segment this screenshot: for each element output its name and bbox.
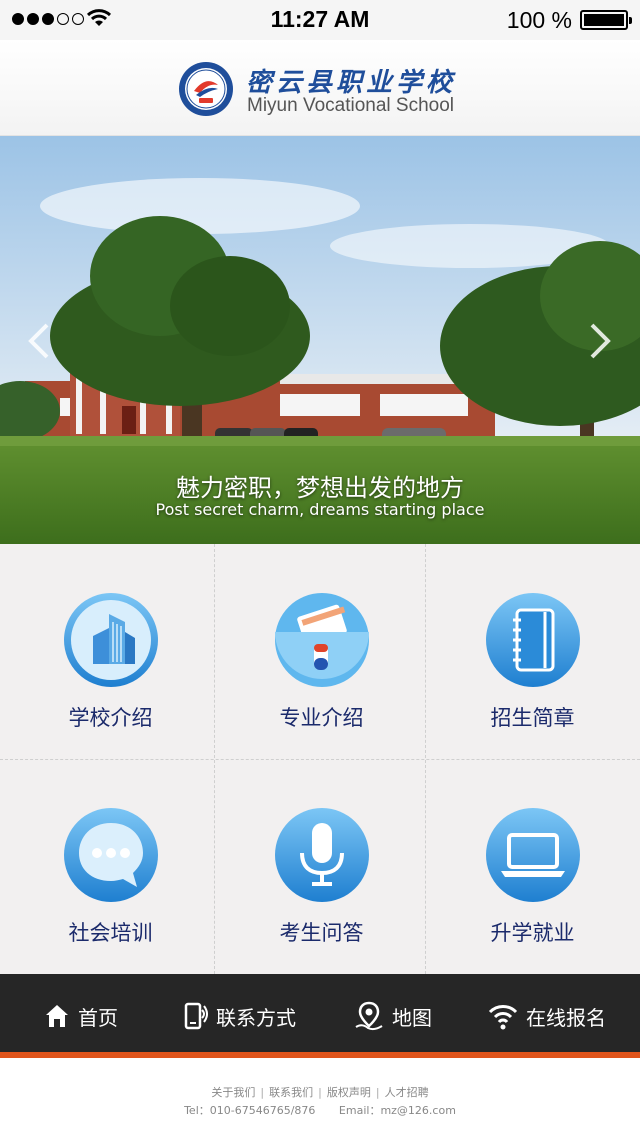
grid-item-employment[interactable]: 升学就业: [426, 759, 639, 974]
school-name-en: Miyun Vocational School: [247, 95, 455, 116]
nav-item-label: 在线报名: [526, 1005, 606, 1030]
status-bar: 11:27 AM 100 %: [0, 0, 640, 40]
prev-slide-arrow-icon[interactable]: [25, 321, 53, 361]
grid-item-major-intro[interactable]: 专业介绍: [215, 544, 428, 759]
nav-item-map[interactable]: 地图: [354, 974, 432, 1058]
grid-item-label: 学校介绍: [68, 706, 153, 730]
school-name-cn: 密云县职业学校: [246, 68, 457, 98]
footer-link-copyright[interactable]: 版权声明: [327, 1086, 371, 1099]
footer-tel: Tel：010-67546765/876: [184, 1104, 316, 1117]
nav-item-online-signup[interactable]: 在线报名: [488, 974, 606, 1058]
chat-bubble-icon: [63, 808, 158, 902]
battery-percent: 100 %: [506, 7, 572, 33]
nav-item-home[interactable]: 首页: [44, 974, 118, 1058]
grid-item-label: 专业介绍: [279, 706, 364, 730]
battery-icon: [580, 10, 632, 30]
banner-caption-cn: 魅力密职，梦想出发的地方: [176, 474, 464, 502]
map-pin-icon: [355, 1001, 383, 1031]
footer-link-about[interactable]: 关于我们: [211, 1086, 255, 1099]
folder-icon: [274, 593, 369, 687]
grid-item-label: 招生简章: [490, 706, 575, 730]
wifi-icon: [488, 1005, 518, 1030]
feature-grid: 学校介绍 专业介绍 招生简章 社会培训 考生问答 升学就业: [0, 544, 640, 974]
phone-contact-icon: [184, 1002, 208, 1030]
app-header: 密云县职业学校 Miyun Vocational School: [0, 40, 640, 136]
bottom-nav: 首页 联系方式 地图 在线报名: [0, 974, 640, 1058]
page-footer: 关于我们 | 联系我们 | 版权声明 | 人才招聘 Tel：010-67546765/876…: [0, 1064, 640, 1136]
footer-link-contact[interactable]: 联系我们: [269, 1086, 313, 1099]
footer-links: 关于我们 | 联系我们 | 版权声明 | 人才招聘: [211, 1086, 429, 1099]
grid-item-label: 社会培训: [68, 921, 153, 945]
nav-item-label: 首页: [78, 1005, 118, 1030]
home-icon: [46, 1005, 68, 1027]
notebook-icon: [485, 593, 580, 687]
nav-item-label: 地图: [392, 1005, 432, 1030]
grid-item-qa[interactable]: 考生问答: [215, 759, 428, 974]
footer-email: Email：mz@126.com: [338, 1104, 456, 1117]
school-logo[interactable]: [178, 61, 234, 117]
nav-item-label: 联系方式: [216, 1005, 296, 1030]
next-slide-arrow-icon[interactable]: [586, 321, 614, 361]
laptop-icon: [485, 808, 580, 902]
building-icon: [63, 593, 158, 687]
grid-item-label: 考生问答: [279, 921, 364, 945]
grid-item-label: 升学就业: [490, 921, 575, 945]
hero-banner[interactable]: 魅力密职，梦想出发的地方 Post secret charm, dreams s…: [0, 136, 640, 544]
banner-caption-en: Post secret charm, dreams starting place: [155, 500, 485, 519]
footer-contact: Tel：010-67546765/876 Email：mz@126.com: [0, 1102, 640, 1118]
nav-item-contact[interactable]: 联系方式: [184, 974, 296, 1058]
microphone-icon: [274, 808, 369, 902]
grid-item-school-intro[interactable]: 学校介绍: [4, 544, 217, 759]
footer-link-careers[interactable]: 人才招聘: [385, 1086, 429, 1099]
grid-item-admissions[interactable]: 招生简章: [426, 544, 639, 759]
grid-item-social-training[interactable]: 社会培训: [4, 759, 217, 974]
